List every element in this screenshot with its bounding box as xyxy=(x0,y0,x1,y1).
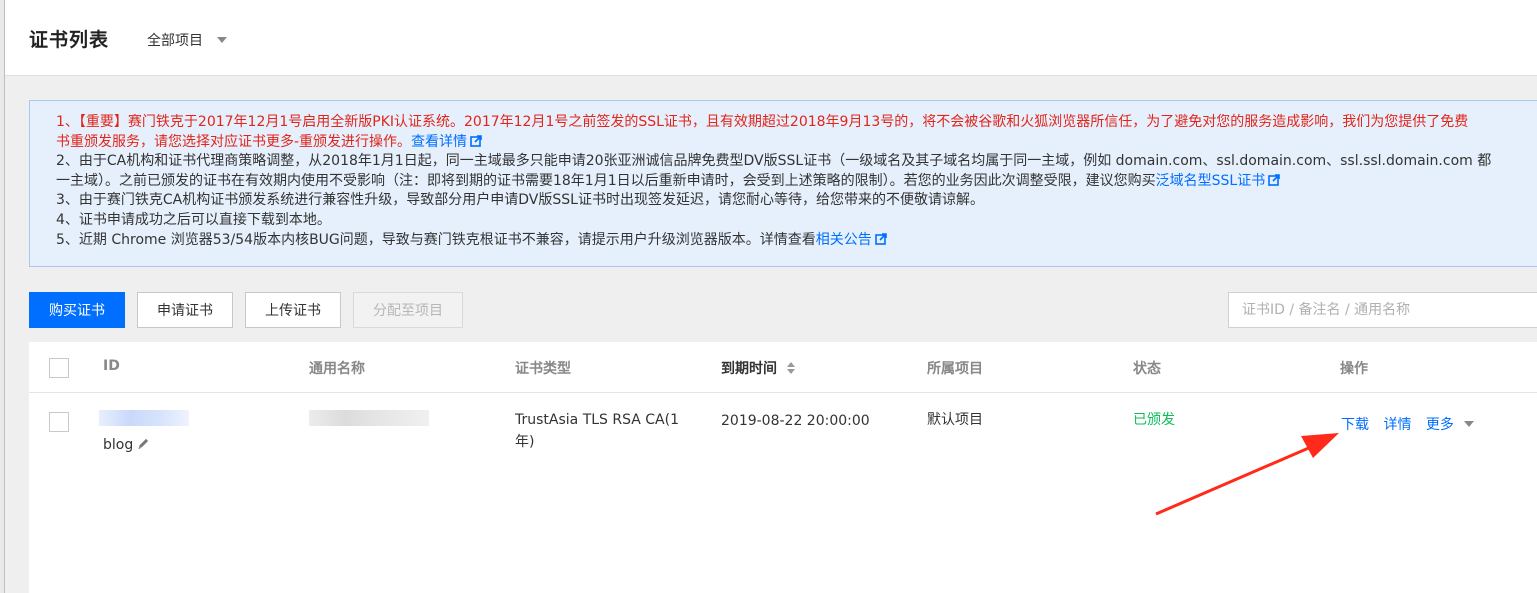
notice-banner: 1、【重要】赛门铁克于2017年12月1号启用全新版PKI认证系统。2017年1… xyxy=(29,100,1537,267)
expiry-time: 2019-08-22 20:00:00 xyxy=(721,413,870,429)
assign-to-project-button: 分配至项目 xyxy=(353,292,463,328)
certificate-type-line-2: 年) xyxy=(515,434,535,450)
project-name: 默认项目 xyxy=(927,412,983,428)
column-header-id: ID xyxy=(103,358,120,374)
certificate-id-blurred[interactable] xyxy=(99,410,189,426)
top-bar: 证书列表 全部项目 xyxy=(5,0,1537,76)
column-header-type: 证书类型 xyxy=(515,361,571,377)
toolbar: 购买证书 申请证书 上传证书 分配至项目 xyxy=(29,292,463,329)
page-title: 证书列表 xyxy=(29,29,110,51)
notice-line-2b: 一主域）。之前已颁发的证书在有效期内使用不受影响（注：即将到期的证书需要18年1… xyxy=(56,172,1537,192)
more-menu-label: 更多 xyxy=(1425,417,1454,433)
notice-line-1: 1、【重要】赛门铁克于2017年12月1号启用全新版PKI认证系统。2017年1… xyxy=(56,113,1537,133)
notice-line-4: 4、证书申请成功之后可以直接下载到本地。 xyxy=(56,211,331,228)
certificate-type: TrustAsia TLS RSA CA(1 年) xyxy=(515,409,679,453)
upload-certificate-button[interactable]: 上传证书 xyxy=(245,292,341,328)
column-header-actions: 操作 xyxy=(1340,361,1368,377)
notice-line-1b: 书重颁发服务，请您选择对应证书更多-重颁发进行操作。查看详情 xyxy=(56,133,1537,153)
search-input[interactable] xyxy=(1228,292,1537,328)
external-link-icon xyxy=(1268,173,1281,186)
download-link[interactable]: 下载 xyxy=(1341,417,1369,433)
table-header: ID 通用名称 证书类型 到期时间 所属项目 状态 操作 xyxy=(29,342,1537,393)
column-header-expiry-label: 到期时间 xyxy=(721,361,777,377)
sort-icon xyxy=(787,362,795,374)
notice-line-1-text: 1、【重要】赛门铁克于2017年12月1号启用全新版PKI认证系统。2017年1… xyxy=(56,114,1469,130)
row-checkbox[interactable] xyxy=(49,412,69,432)
row-actions: 下载 详情 更多 xyxy=(1341,414,1474,436)
related-announcement-link[interactable]: 相关公告 xyxy=(816,232,872,248)
notice-line-3: 3、由于赛门铁克CA机构证书颁发系统进行兼容性升级，导致部分用户申请DV版SSL… xyxy=(56,192,984,209)
remark-field: blog xyxy=(103,434,150,456)
notice-details-link[interactable]: 查看详情 xyxy=(411,134,467,150)
apply-certificate-button[interactable]: 申请证书 xyxy=(137,292,233,328)
column-header-common-name: 通用名称 xyxy=(309,361,365,377)
certificate-type-line-1: TrustAsia TLS RSA CA(1 xyxy=(515,412,680,428)
notice-line-5: 5、近期 Chrome 浏览器53/54版本内核BUG问题，导致与赛门铁克根证书… xyxy=(56,231,1537,251)
external-link-icon xyxy=(470,134,482,147)
edit-pencil-icon[interactable] xyxy=(137,437,150,450)
details-link[interactable]: 详情 xyxy=(1383,417,1411,433)
buy-certificate-button[interactable]: 购买证书 xyxy=(29,292,125,328)
project-selector[interactable]: 全部项目 xyxy=(147,30,227,50)
page: 证书列表 全部项目 1、【重要】赛门铁克于2017年12月1号启用全新版PKI认… xyxy=(4,0,1537,593)
wildcard-ssl-link[interactable]: 泛域名型SSL证书 xyxy=(1156,173,1266,189)
notice-line-2: 2、由于CA机构和证书代理商策略调整，从2018年1月1日起，同一主域最多只能申… xyxy=(56,153,1492,170)
chevron-down-icon xyxy=(1463,421,1474,427)
annotation-arrow-icon xyxy=(1155,433,1339,516)
notice-line-2b-text: 一主域）。之前已颁发的证书在有效期内使用不受影响（注：即将到期的证书需要18年1… xyxy=(56,172,1156,189)
common-name-blurred xyxy=(309,410,429,426)
more-menu[interactable]: 更多 xyxy=(1426,417,1474,433)
column-header-project: 所属项目 xyxy=(927,361,983,377)
project-selector-label: 全部项目 xyxy=(147,33,203,49)
column-header-expiry[interactable]: 到期时间 xyxy=(721,358,795,378)
notice-line-1b-text: 书重颁发服务，请您选择对应证书更多-重颁发进行操作。 xyxy=(56,133,412,150)
select-all-checkbox[interactable] xyxy=(49,358,69,378)
notice-line-5-text: 5、近期 Chrome 浏览器53/54版本内核BUG问题，导致与赛门铁克根证书… xyxy=(56,231,816,248)
chevron-down-icon xyxy=(217,37,227,43)
remark-label: blog xyxy=(103,437,134,453)
column-header-status: 状态 xyxy=(1133,361,1161,377)
external-link-icon xyxy=(874,232,887,245)
